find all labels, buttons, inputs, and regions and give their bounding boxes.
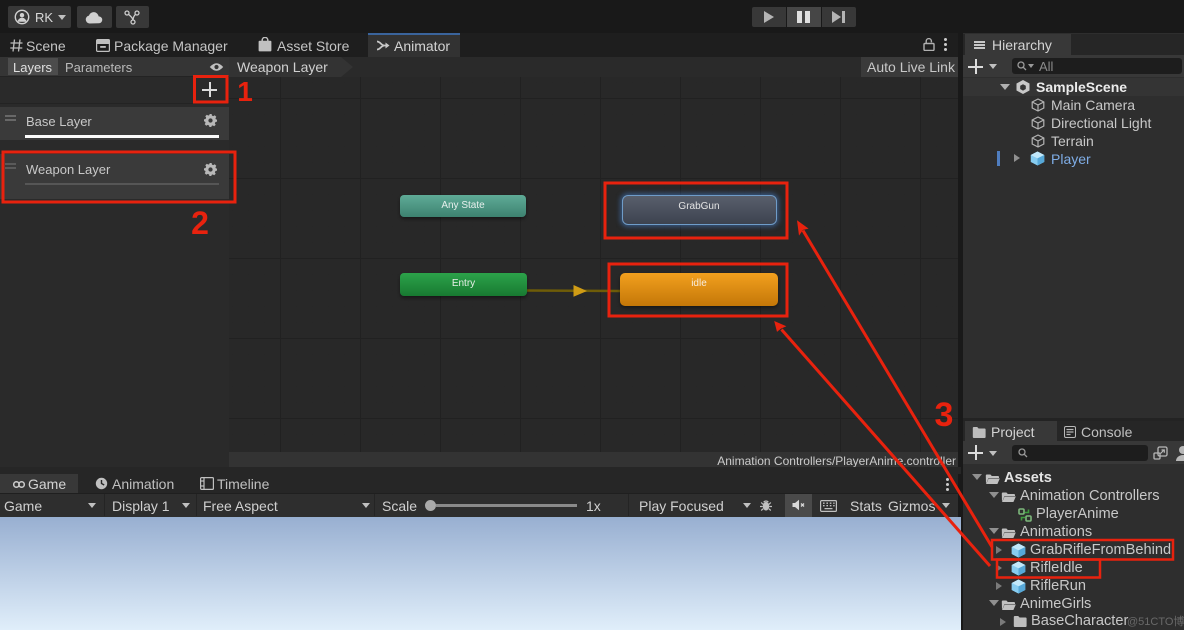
svg-text:2: 2 (191, 205, 209, 241)
svg-text:3: 3 (935, 396, 954, 434)
svg-text:1: 1 (237, 76, 253, 107)
